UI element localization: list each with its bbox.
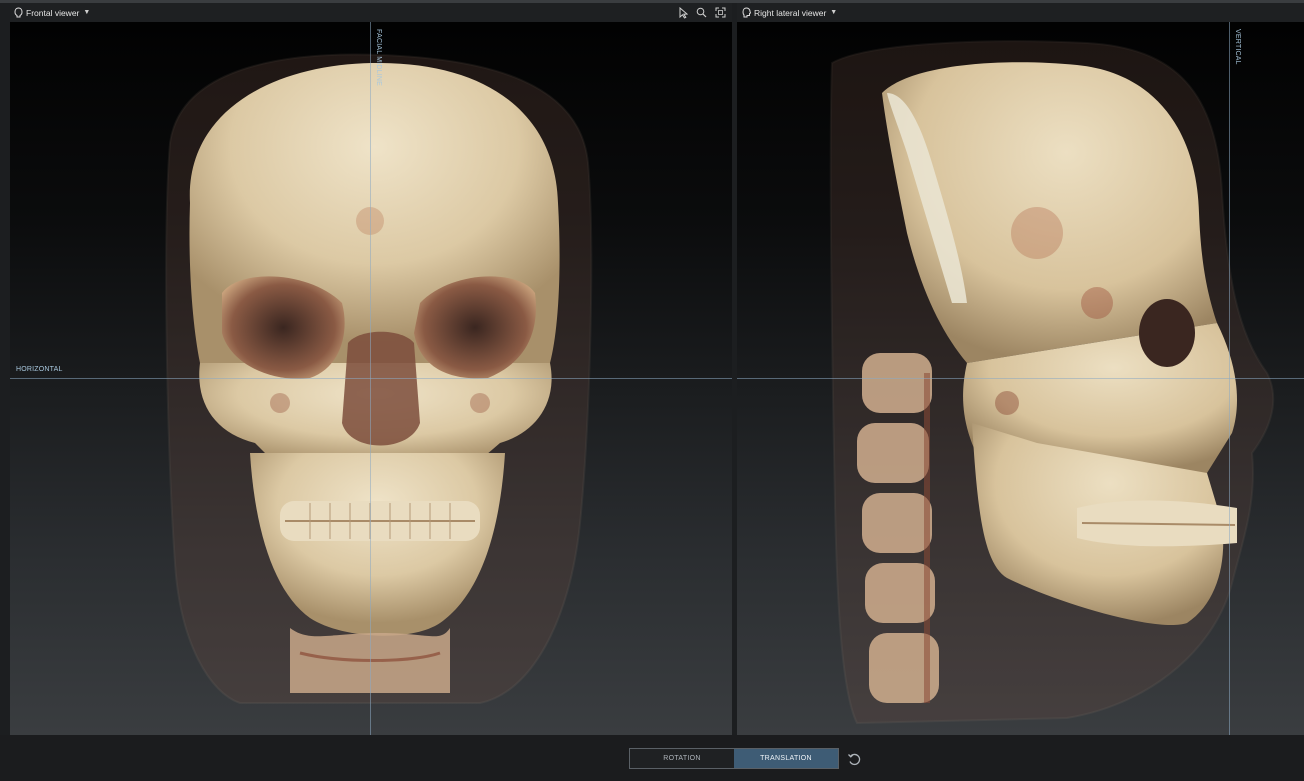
facial-midline-reference-line[interactable] bbox=[370, 22, 371, 735]
frontal-viewer-title: Frontal viewer bbox=[26, 7, 80, 18]
lateral-skull-rendering bbox=[829, 40, 1275, 725]
horizontal-label: HORIZONTAL bbox=[16, 366, 63, 373]
horizontal-reference-line[interactable] bbox=[737, 378, 1304, 379]
frontal-viewer[interactable]: Frontal viewer ▼ HORIZONTAL FACIAL MIDLI… bbox=[10, 3, 732, 735]
cursor-icon[interactable] bbox=[678, 6, 688, 19]
chevron-down-icon: ▼ bbox=[83, 9, 91, 16]
zoom-icon[interactable] bbox=[696, 7, 707, 19]
right-lateral-viewer[interactable]: Right lateral viewer ▼ VERTICAL bbox=[737, 3, 1304, 735]
mode-segmented-control: ROTATION TRANSLATION bbox=[629, 748, 839, 769]
lateral-viewer-header: Right lateral viewer ▼ bbox=[737, 3, 1304, 22]
chevron-down-icon: ▼ bbox=[830, 9, 838, 16]
facial-midline-label: FACIAL MIDLINE bbox=[375, 29, 382, 86]
lateral-viewer-title: Right lateral viewer bbox=[754, 7, 827, 18]
frontal-viewer-dropdown[interactable]: Frontal viewer ▼ bbox=[14, 7, 90, 18]
frontal-viewer-header: Frontal viewer ▼ bbox=[10, 3, 732, 22]
horizontal-reference-line[interactable] bbox=[10, 378, 732, 379]
vertical-label: VERTICAL bbox=[1234, 29, 1241, 65]
vertical-reference-line[interactable] bbox=[1229, 22, 1230, 735]
viewer-toolbar bbox=[678, 6, 726, 19]
reset-button[interactable] bbox=[845, 750, 863, 768]
head-profile-icon bbox=[741, 7, 751, 18]
head-icon bbox=[14, 7, 23, 18]
lateral-viewer-dropdown[interactable]: Right lateral viewer ▼ bbox=[741, 7, 837, 18]
frontal-skull-rendering bbox=[165, 53, 593, 704]
fit-view-icon[interactable] bbox=[715, 7, 726, 19]
rotation-button[interactable]: ROTATION bbox=[630, 749, 734, 768]
undo-icon bbox=[847, 752, 861, 766]
translation-button[interactable]: TRANSLATION bbox=[734, 749, 838, 768]
